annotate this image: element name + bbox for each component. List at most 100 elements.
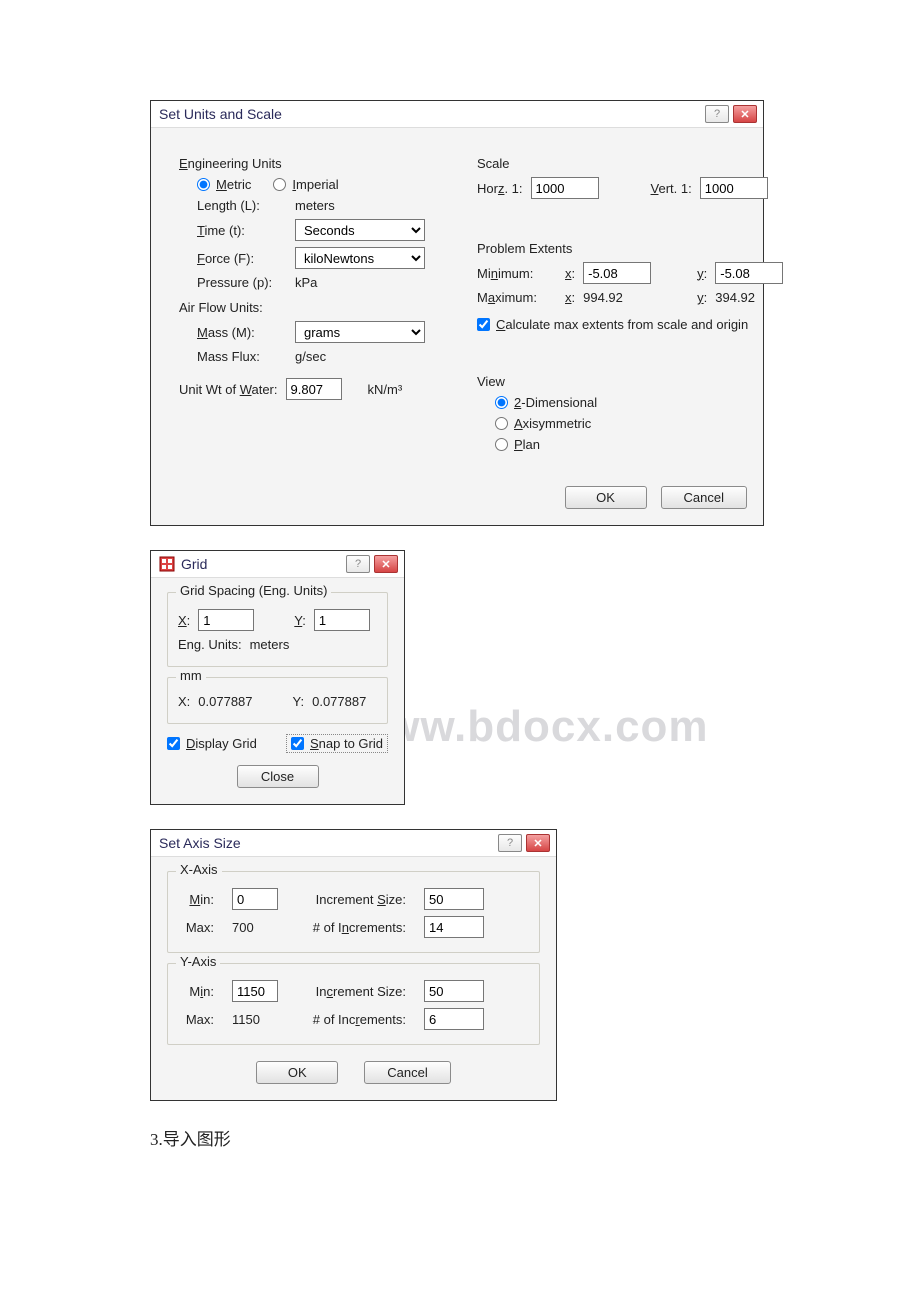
metric-radio-input[interactable] xyxy=(197,178,210,191)
grid-x-input[interactable] xyxy=(198,609,254,631)
engineering-units-label: Engineering Units xyxy=(179,156,282,171)
set-axis-size-dialog: Set Axis Size ? ✕ X-Axis Min: Increment … xyxy=(150,829,557,1101)
y-min-label: Min: xyxy=(178,984,214,999)
eng-units-label: Eng. Units: xyxy=(178,637,242,652)
x-axis-label: X-Axis xyxy=(176,862,222,877)
extents-label: Problem Extents xyxy=(477,241,783,256)
grid-x-label: X: xyxy=(178,613,190,628)
titlebar: Set Units and Scale ? ✕ xyxy=(151,101,763,128)
y-axis-group: Y-Axis Min: Increment Size: Max: 1150 # … xyxy=(167,963,540,1045)
calc-extents-checkbox-input[interactable] xyxy=(477,318,490,331)
y-inc-label: Increment Size: xyxy=(296,984,406,999)
scale-label: Scale xyxy=(477,156,783,171)
y-axis-label: Y-Axis xyxy=(176,954,220,969)
y-num-label: # of Increments: xyxy=(296,1012,406,1027)
help-button[interactable]: ? xyxy=(705,105,729,123)
length-label: Length (L): xyxy=(197,198,287,213)
mm-y-value: 0.077887 xyxy=(312,694,366,709)
imperial-radio-input[interactable] xyxy=(273,178,286,191)
horz-input[interactable] xyxy=(531,177,599,199)
close-button[interactable]: ✕ xyxy=(733,105,757,123)
minimum-label: Minimum: xyxy=(477,266,557,281)
dialog-title: Set Units and Scale xyxy=(159,106,282,122)
min-x-input[interactable] xyxy=(583,262,651,284)
x-num-input[interactable] xyxy=(424,916,484,938)
y-min-input[interactable] xyxy=(232,980,278,1002)
maximum-label: Maximum: xyxy=(477,290,557,305)
dialog-title: Grid xyxy=(181,556,207,572)
pressure-label: Pressure (p): xyxy=(197,275,287,290)
imperial-radio[interactable]: Imperial xyxy=(273,177,338,192)
grid-y-input[interactable] xyxy=(314,609,370,631)
view-2d-radio[interactable]: 2-Dimensional xyxy=(495,395,597,410)
y-max-label: Max: xyxy=(178,1012,214,1027)
view-plan-input[interactable] xyxy=(495,438,508,451)
time-label: Time (t): xyxy=(197,223,287,238)
ok-button[interactable]: OK xyxy=(565,486,647,509)
grid-dialog: Grid ? ✕ Grid Spacing (Eng. Units) X: Y:… xyxy=(150,550,405,805)
problem-extents-group: Problem Extents Minimum: x: y: Maximum: … xyxy=(465,227,795,348)
horz-label: Horz. 1: xyxy=(477,181,523,196)
help-button[interactable]: ? xyxy=(498,834,522,852)
close-button[interactable]: ✕ xyxy=(374,555,398,573)
dialog-title: Set Axis Size xyxy=(159,835,241,851)
mass-select[interactable]: grams xyxy=(295,321,425,343)
display-grid-check[interactable]: Display Grid xyxy=(167,736,257,751)
x-inc-input[interactable] xyxy=(424,888,484,910)
max-x-value: 994.92 xyxy=(583,290,651,305)
close-dialog-button[interactable]: Close xyxy=(237,765,319,788)
view-plan-radio[interactable]: Plan xyxy=(495,437,540,452)
view-label: View xyxy=(477,374,783,389)
length-value: meters xyxy=(295,198,335,213)
snap-to-grid-input[interactable] xyxy=(291,737,304,750)
massflux-label: Mass Flux: xyxy=(197,349,287,364)
unitwt-input[interactable] xyxy=(286,378,342,400)
titlebar: Grid ? ✕ xyxy=(151,551,404,578)
max-y-value: 394.92 xyxy=(715,290,755,305)
force-select[interactable]: kiloNewtons xyxy=(295,247,425,269)
snap-to-grid-check[interactable]: Snap to Grid xyxy=(286,734,388,753)
ok-button[interactable]: OK xyxy=(256,1061,338,1084)
x-num-label: # of Increments: xyxy=(296,920,406,935)
force-label: Force (F): xyxy=(197,251,287,266)
mass-label: Mass (M): xyxy=(197,325,287,340)
airflow-label: Air Flow Units: xyxy=(179,300,263,315)
x-max-value: 700 xyxy=(232,920,278,935)
x-axis-group: X-Axis Min: Increment Size: Max: 700 # o… xyxy=(167,871,540,953)
mm-x-label: X: xyxy=(178,694,190,709)
view-2d-input[interactable] xyxy=(495,396,508,409)
min-y-input[interactable] xyxy=(715,262,783,284)
titlebar: Set Axis Size ? ✕ xyxy=(151,830,556,857)
mm-y-label: Y: xyxy=(293,694,305,709)
pressure-value: kPa xyxy=(295,275,317,290)
vert-input[interactable] xyxy=(700,177,768,199)
cancel-button[interactable]: Cancel xyxy=(661,486,747,509)
grid-app-icon xyxy=(159,556,175,572)
y-num-input[interactable] xyxy=(424,1008,484,1030)
y-max-value: 1150 xyxy=(232,1012,278,1027)
x-inc-label: Increment Size: xyxy=(296,892,406,907)
close-button[interactable]: ✕ xyxy=(526,834,550,852)
y-label-1: y: xyxy=(697,266,707,281)
x-min-input[interactable] xyxy=(232,888,278,910)
set-units-and-scale-dialog: Set Units and Scale ? ✕ Engineering Unit… xyxy=(150,100,764,526)
time-select[interactable]: Seconds xyxy=(295,219,425,241)
x-label-2: x: xyxy=(565,290,575,305)
scale-group: Scale Horz. 1: Vert. 1: xyxy=(465,142,795,215)
y-inc-input[interactable] xyxy=(424,980,484,1002)
calc-extents-check[interactable]: Calculate max extents from scale and ori… xyxy=(477,317,748,332)
cancel-button[interactable]: Cancel xyxy=(364,1061,450,1084)
metric-radio[interactable]: MMetricetric xyxy=(197,177,251,192)
eng-units-value: meters xyxy=(250,637,290,652)
grid-spacing-group: Grid Spacing (Eng. Units) X: Y: Eng. Uni… xyxy=(167,592,388,667)
x-label-1: x: xyxy=(565,266,575,281)
display-grid-input[interactable] xyxy=(167,737,180,750)
unitwt-label: Unit Wt of Water: xyxy=(179,382,278,397)
view-axis-input[interactable] xyxy=(495,417,508,430)
view-group: View 2-Dimensional Axisymmetric Plan xyxy=(465,360,795,468)
x-max-label: Max: xyxy=(178,920,214,935)
view-axis-radio[interactable]: Axisymmetric xyxy=(495,416,591,431)
help-button[interactable]: ? xyxy=(346,555,370,573)
x-min-label: Min: xyxy=(178,892,214,907)
engineering-units-group: Engineering Units MMetricetric Imperial xyxy=(167,142,437,416)
